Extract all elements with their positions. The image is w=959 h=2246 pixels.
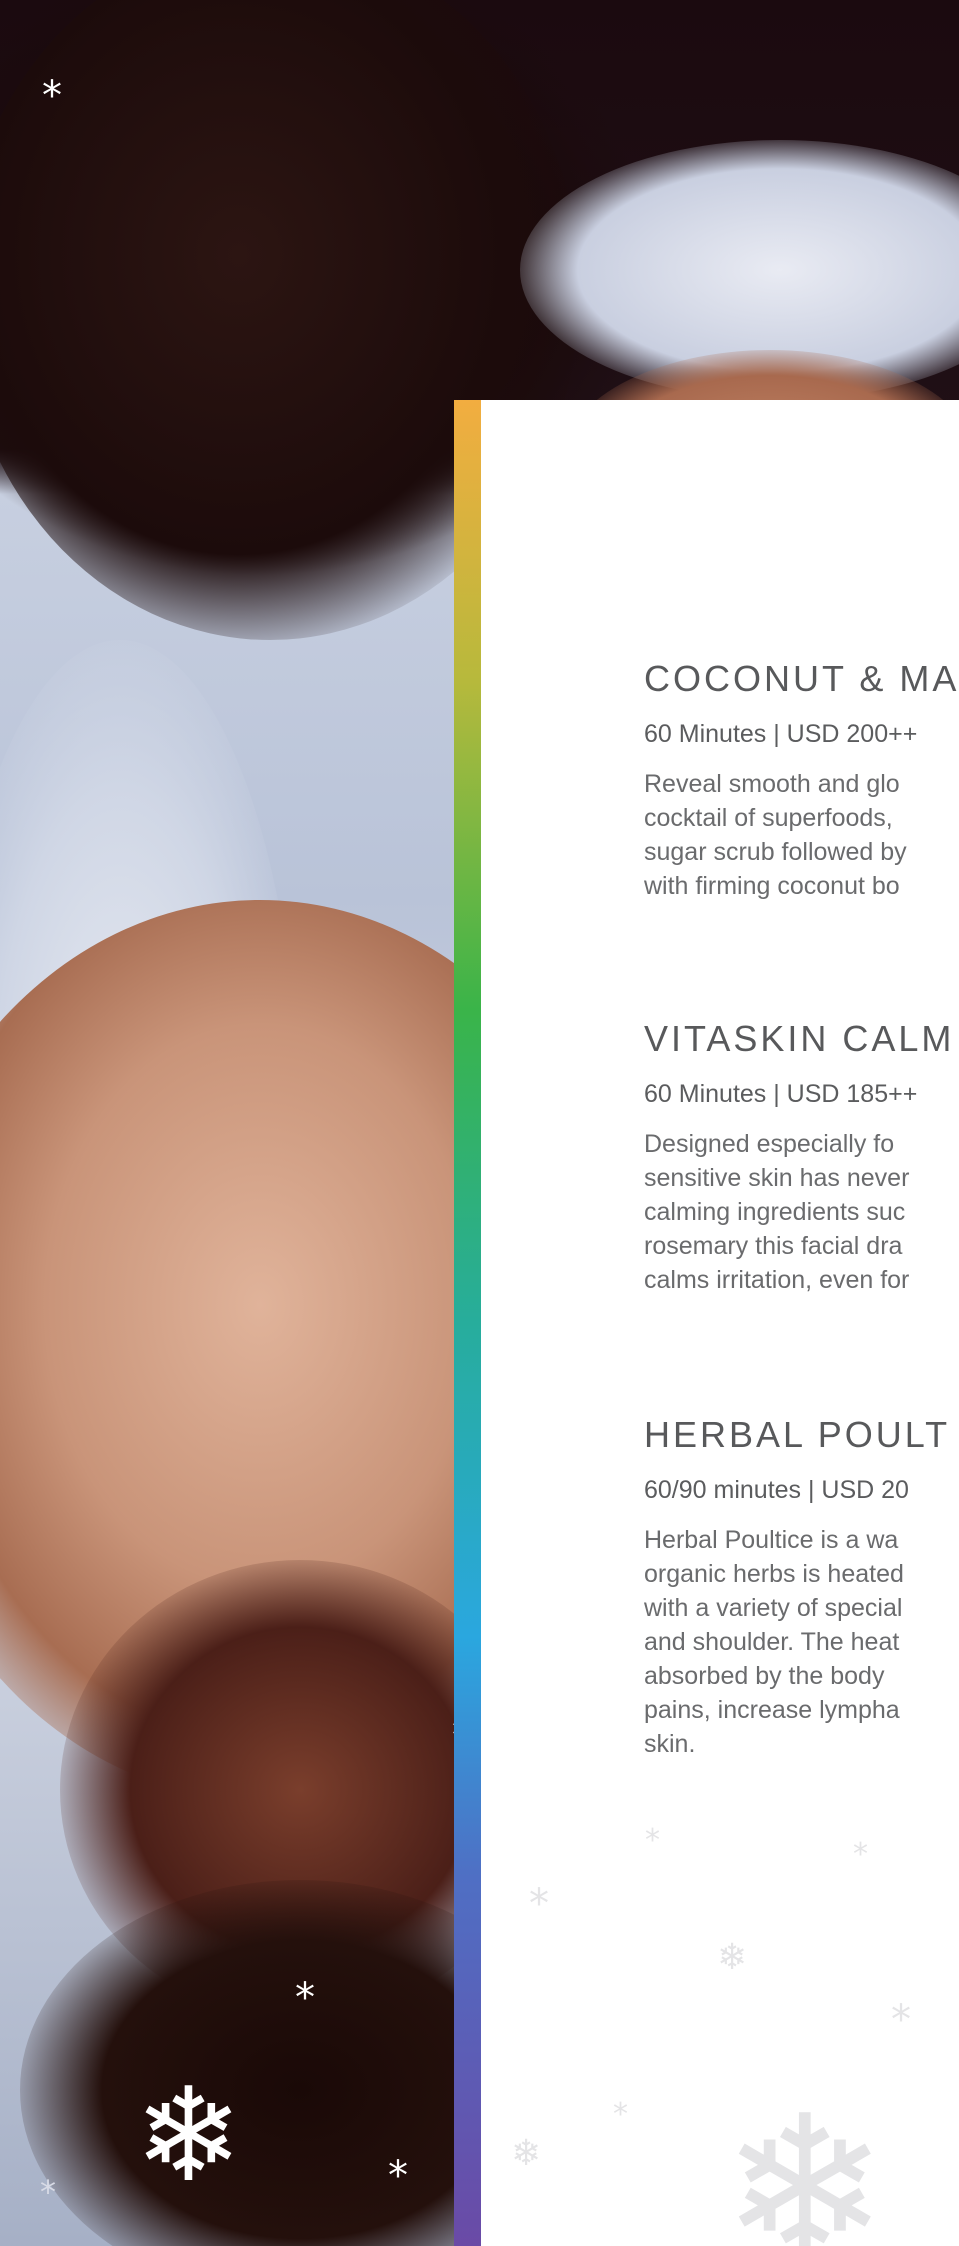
description-line: calming ingredients suc [644,1198,906,1226]
treatment-description: Reveal smooth and glo cocktail of superf… [644,767,959,903]
treatment-section: COCONUT & MA 60 Minutes | USD 200++ Reve… [644,658,959,903]
gradient-accent-strip [454,400,481,2246]
treatment-title: VITASKIN CALM [644,1018,955,1059]
description-line: cocktail of superfoods, [644,804,893,832]
description-line: Herbal Poultice is a wa [644,1526,899,1554]
description-line: Reveal smooth and glo [644,770,900,798]
description-line: Designed especially fo [644,1130,895,1158]
faint-star-icon: * [853,1837,868,1872]
treatment-description: Herbal Poultice is a wa organic herbs is… [644,1523,959,1761]
treatment-description: Designed especially fo sensitive skin ha… [644,1127,959,1297]
faint-sparkle-icon: * [529,1881,549,1927]
snowflake-icon: ❄ [134,2059,243,2211]
star-icon: * [42,73,62,119]
faint-snowflake-icon: ❄ [511,2133,542,2174]
description-line: rosemary this facial dra [644,1232,903,1260]
treatment-meta: 60 Minutes | USD 200++ [644,720,918,748]
faint-star-icon: * [613,2097,628,2132]
faint-large-snowflake-icon: ❄ [721,2073,889,2246]
treatment-meta: 60/90 minutes | USD 20 [644,1476,909,1504]
description-line: organic herbs is heated [644,1560,904,1588]
description-line: calms irritation, even for [644,1266,910,1294]
description-line: sensitive skin has never [644,1164,910,1192]
treatment-section: VITASKIN CALM 60 Minutes | USD 185++ Des… [644,1018,959,1297]
treatment-title: HERBAL POULT [644,1414,951,1455]
description-line: with firming coconut bo [644,872,900,900]
star-icon: * [295,1975,315,2021]
description-line: pains, increase lympha [644,1696,900,1724]
treatment-meta: 60 Minutes | USD 185++ [644,1080,918,1108]
faint-star-icon: * [645,1823,660,1858]
treatment-title: COCONUT & MA [644,658,959,699]
description-line: absorbed by the body [644,1662,885,1690]
description-line: sugar scrub followed by [644,838,907,866]
faint-snowflake-icon: ❄ [717,1937,748,1978]
star-icon: * [388,2153,408,2199]
treatment-card: COCONUT & MA 60 Minutes | USD 200++ Reve… [481,400,959,2246]
faint-sparkle-icon: * [891,1997,911,2043]
description-line: skin. [644,1730,696,1758]
treatment-section: HERBAL POULT 60/90 minutes | USD 20 Herb… [644,1414,959,1761]
description-line: with a variety of special [644,1594,903,1622]
star-icon: * [40,2173,56,2211]
description-line: and shoulder. The heat [644,1628,900,1656]
